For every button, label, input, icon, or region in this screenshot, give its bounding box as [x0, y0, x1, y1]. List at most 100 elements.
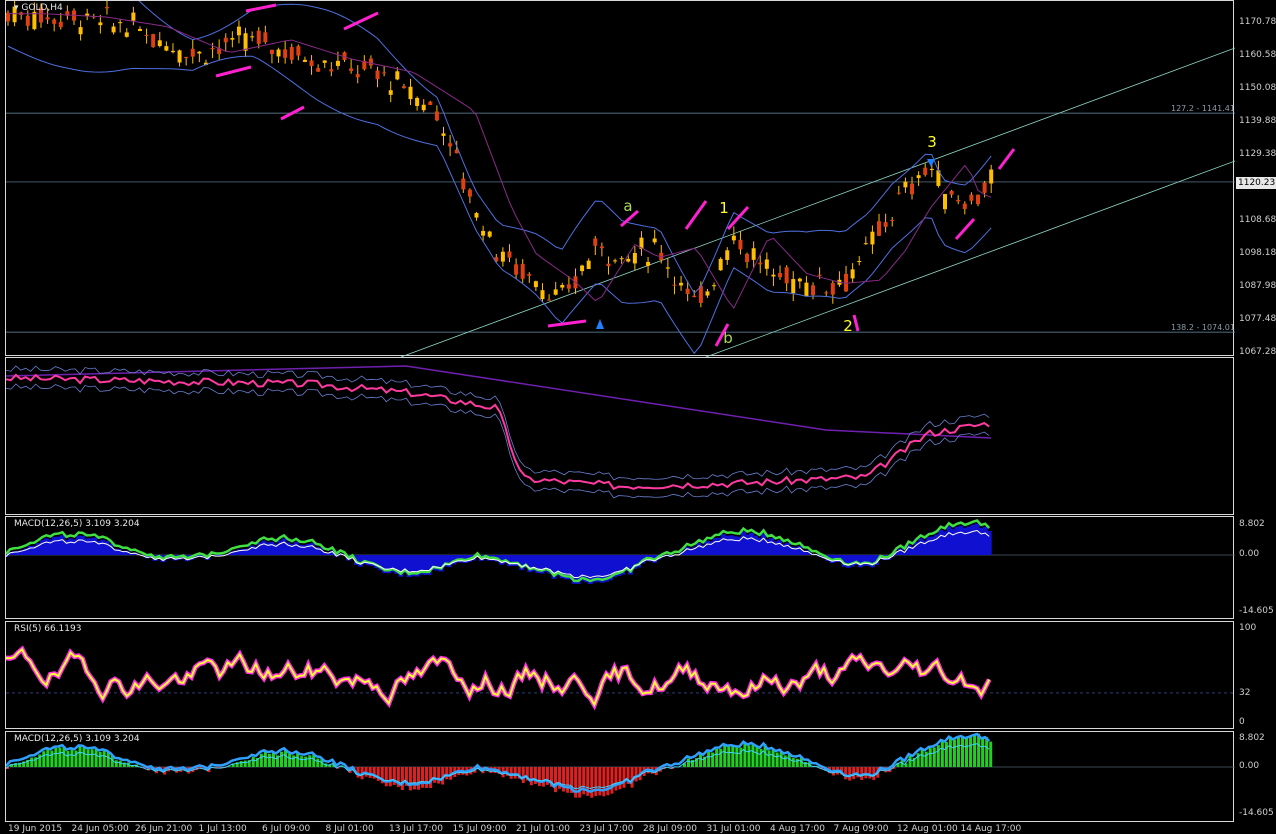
candle-body — [679, 283, 683, 286]
rsi-plot[interactable]: RSI(5) 66.1193 — [5, 621, 1234, 729]
price-pane[interactable]: 127.2 - 1141.41138.2 - 1074.01ab123 ▾ GO… — [0, 0, 1276, 356]
candle-body — [989, 170, 993, 184]
wave-label-w3: 3 — [927, 133, 937, 151]
candle-body — [131, 13, 135, 21]
time-axis-label: 26 Jun 21:00 — [135, 824, 192, 834]
histogram-bar — [99, 752, 102, 767]
candle-body — [851, 269, 855, 278]
histogram-bar — [437, 767, 440, 784]
candle-body — [824, 292, 828, 293]
candle-body — [79, 27, 83, 34]
axis-tick: 0.00 — [1239, 549, 1259, 559]
candle-body — [507, 251, 511, 257]
dropdown-icon[interactable]: ▾ — [14, 3, 19, 13]
histogram-bar — [91, 749, 94, 767]
candle-body — [349, 68, 353, 71]
histogram-bar — [965, 738, 968, 767]
candle-body — [435, 111, 439, 120]
histogram-bar — [244, 761, 247, 767]
axis-tick: 8.802 — [1239, 519, 1265, 529]
axis-tick: 1170.78 — [1239, 17, 1276, 27]
macd-line — [6, 734, 989, 792]
histogram-bar — [590, 767, 593, 798]
macd-plot-2[interactable]: MACD(12,26,5) 3.109 3.204 — [5, 731, 1234, 822]
candle-body — [316, 68, 320, 72]
histogram-bar — [429, 767, 432, 788]
candle-body — [442, 133, 446, 135]
fib-level-label: 138.2 - 1074.01 — [1171, 323, 1235, 332]
candle-body — [178, 50, 182, 62]
histogram-bar — [784, 755, 787, 767]
histogram-bar — [937, 745, 940, 767]
axis-tick: 1098.18 — [1239, 248, 1276, 258]
macd-pane-2[interactable]: MACD(12,26,5) 3.109 3.204 8.8020.00-14.6… — [0, 731, 1276, 822]
candle-body — [270, 50, 274, 54]
band-upper — [6, 366, 989, 480]
histogram-bar — [389, 767, 392, 786]
candle-body — [514, 264, 518, 274]
time-axis-label: 7 Aug 09:00 — [834, 824, 889, 834]
signal-line — [6, 744, 989, 789]
candle-body — [52, 20, 56, 24]
time-axis-label: 13 Jul 17:00 — [389, 824, 443, 834]
price-chart-svg: 127.2 - 1141.41138.2 - 1074.01ab123 — [6, 1, 1235, 357]
histogram-bar — [735, 747, 738, 767]
signal-arrow — [956, 219, 974, 239]
candle-body — [171, 51, 175, 52]
candle-body — [481, 231, 485, 236]
fib-level-label: 127.2 - 1141.41 — [1171, 104, 1235, 113]
candle-body — [738, 240, 742, 249]
time-axis-label: 19 Jun 2015 — [8, 824, 62, 834]
candle-body — [125, 32, 129, 36]
time-axis-label: 12 Aug 01:00 — [897, 824, 958, 834]
candle-body — [263, 32, 267, 42]
signal-arrow — [548, 321, 586, 326]
histogram-bar — [868, 767, 871, 779]
time-axis-label: 15 Jul 09:00 — [453, 824, 507, 834]
candle-body — [211, 48, 215, 49]
histogram-bar — [731, 746, 734, 767]
macd-pane-1[interactable]: MACD(12,26,5) 3.109 3.204 8.8020.00-14.6… — [0, 516, 1276, 619]
candle-body — [593, 238, 597, 245]
macd-2-svg — [6, 732, 1235, 823]
indicator-pane-1[interactable] — [0, 357, 1276, 515]
candle-body — [811, 285, 815, 295]
histogram-bar — [727, 747, 730, 767]
current-price-label: 1120.23 — [1236, 177, 1276, 189]
axis-tick: 8.802 — [1239, 733, 1265, 743]
histogram-bar — [610, 767, 613, 794]
signal-line — [6, 531, 989, 578]
signal-arrow — [216, 67, 251, 76]
candle-body — [725, 250, 729, 260]
price-plot[interactable]: 127.2 - 1141.41138.2 - 1074.01ab123 ▾ GO… — [5, 0, 1234, 356]
time-axis-label: 1 Jul 13:00 — [199, 824, 247, 834]
candle-body — [620, 258, 624, 259]
indicator-plot-1[interactable] — [5, 357, 1234, 515]
histogram-bar — [768, 750, 771, 767]
histogram-bar — [719, 749, 722, 767]
histogram-bar — [530, 767, 533, 785]
macd-plot-1[interactable]: MACD(12,26,5) 3.109 3.204 — [5, 516, 1234, 619]
candle-body — [303, 60, 307, 62]
histogram-bar — [796, 759, 799, 767]
histogram-bar — [977, 734, 980, 767]
axis-tick: 1087.98 — [1239, 281, 1276, 291]
candle-body — [290, 47, 294, 60]
histogram-bar — [79, 746, 82, 767]
histogram-bar — [514, 767, 517, 779]
rsi-pane[interactable]: RSI(5) 66.1193 100320 — [0, 621, 1276, 729]
candle-body — [376, 71, 380, 80]
candle-body — [501, 252, 505, 262]
histogram-bar — [929, 748, 932, 767]
candle-body — [118, 22, 122, 23]
histogram-bar — [95, 749, 98, 767]
candle-body — [46, 17, 50, 19]
wave-label-w1: 1 — [719, 199, 729, 217]
histogram-bar — [300, 756, 303, 767]
candle-body — [329, 69, 333, 71]
histogram-bar — [304, 757, 307, 767]
axis-tick: 32 — [1239, 688, 1250, 698]
axis-tick: 100 — [1239, 623, 1256, 633]
candle-body — [323, 60, 327, 62]
signal-arrow — [246, 5, 276, 11]
